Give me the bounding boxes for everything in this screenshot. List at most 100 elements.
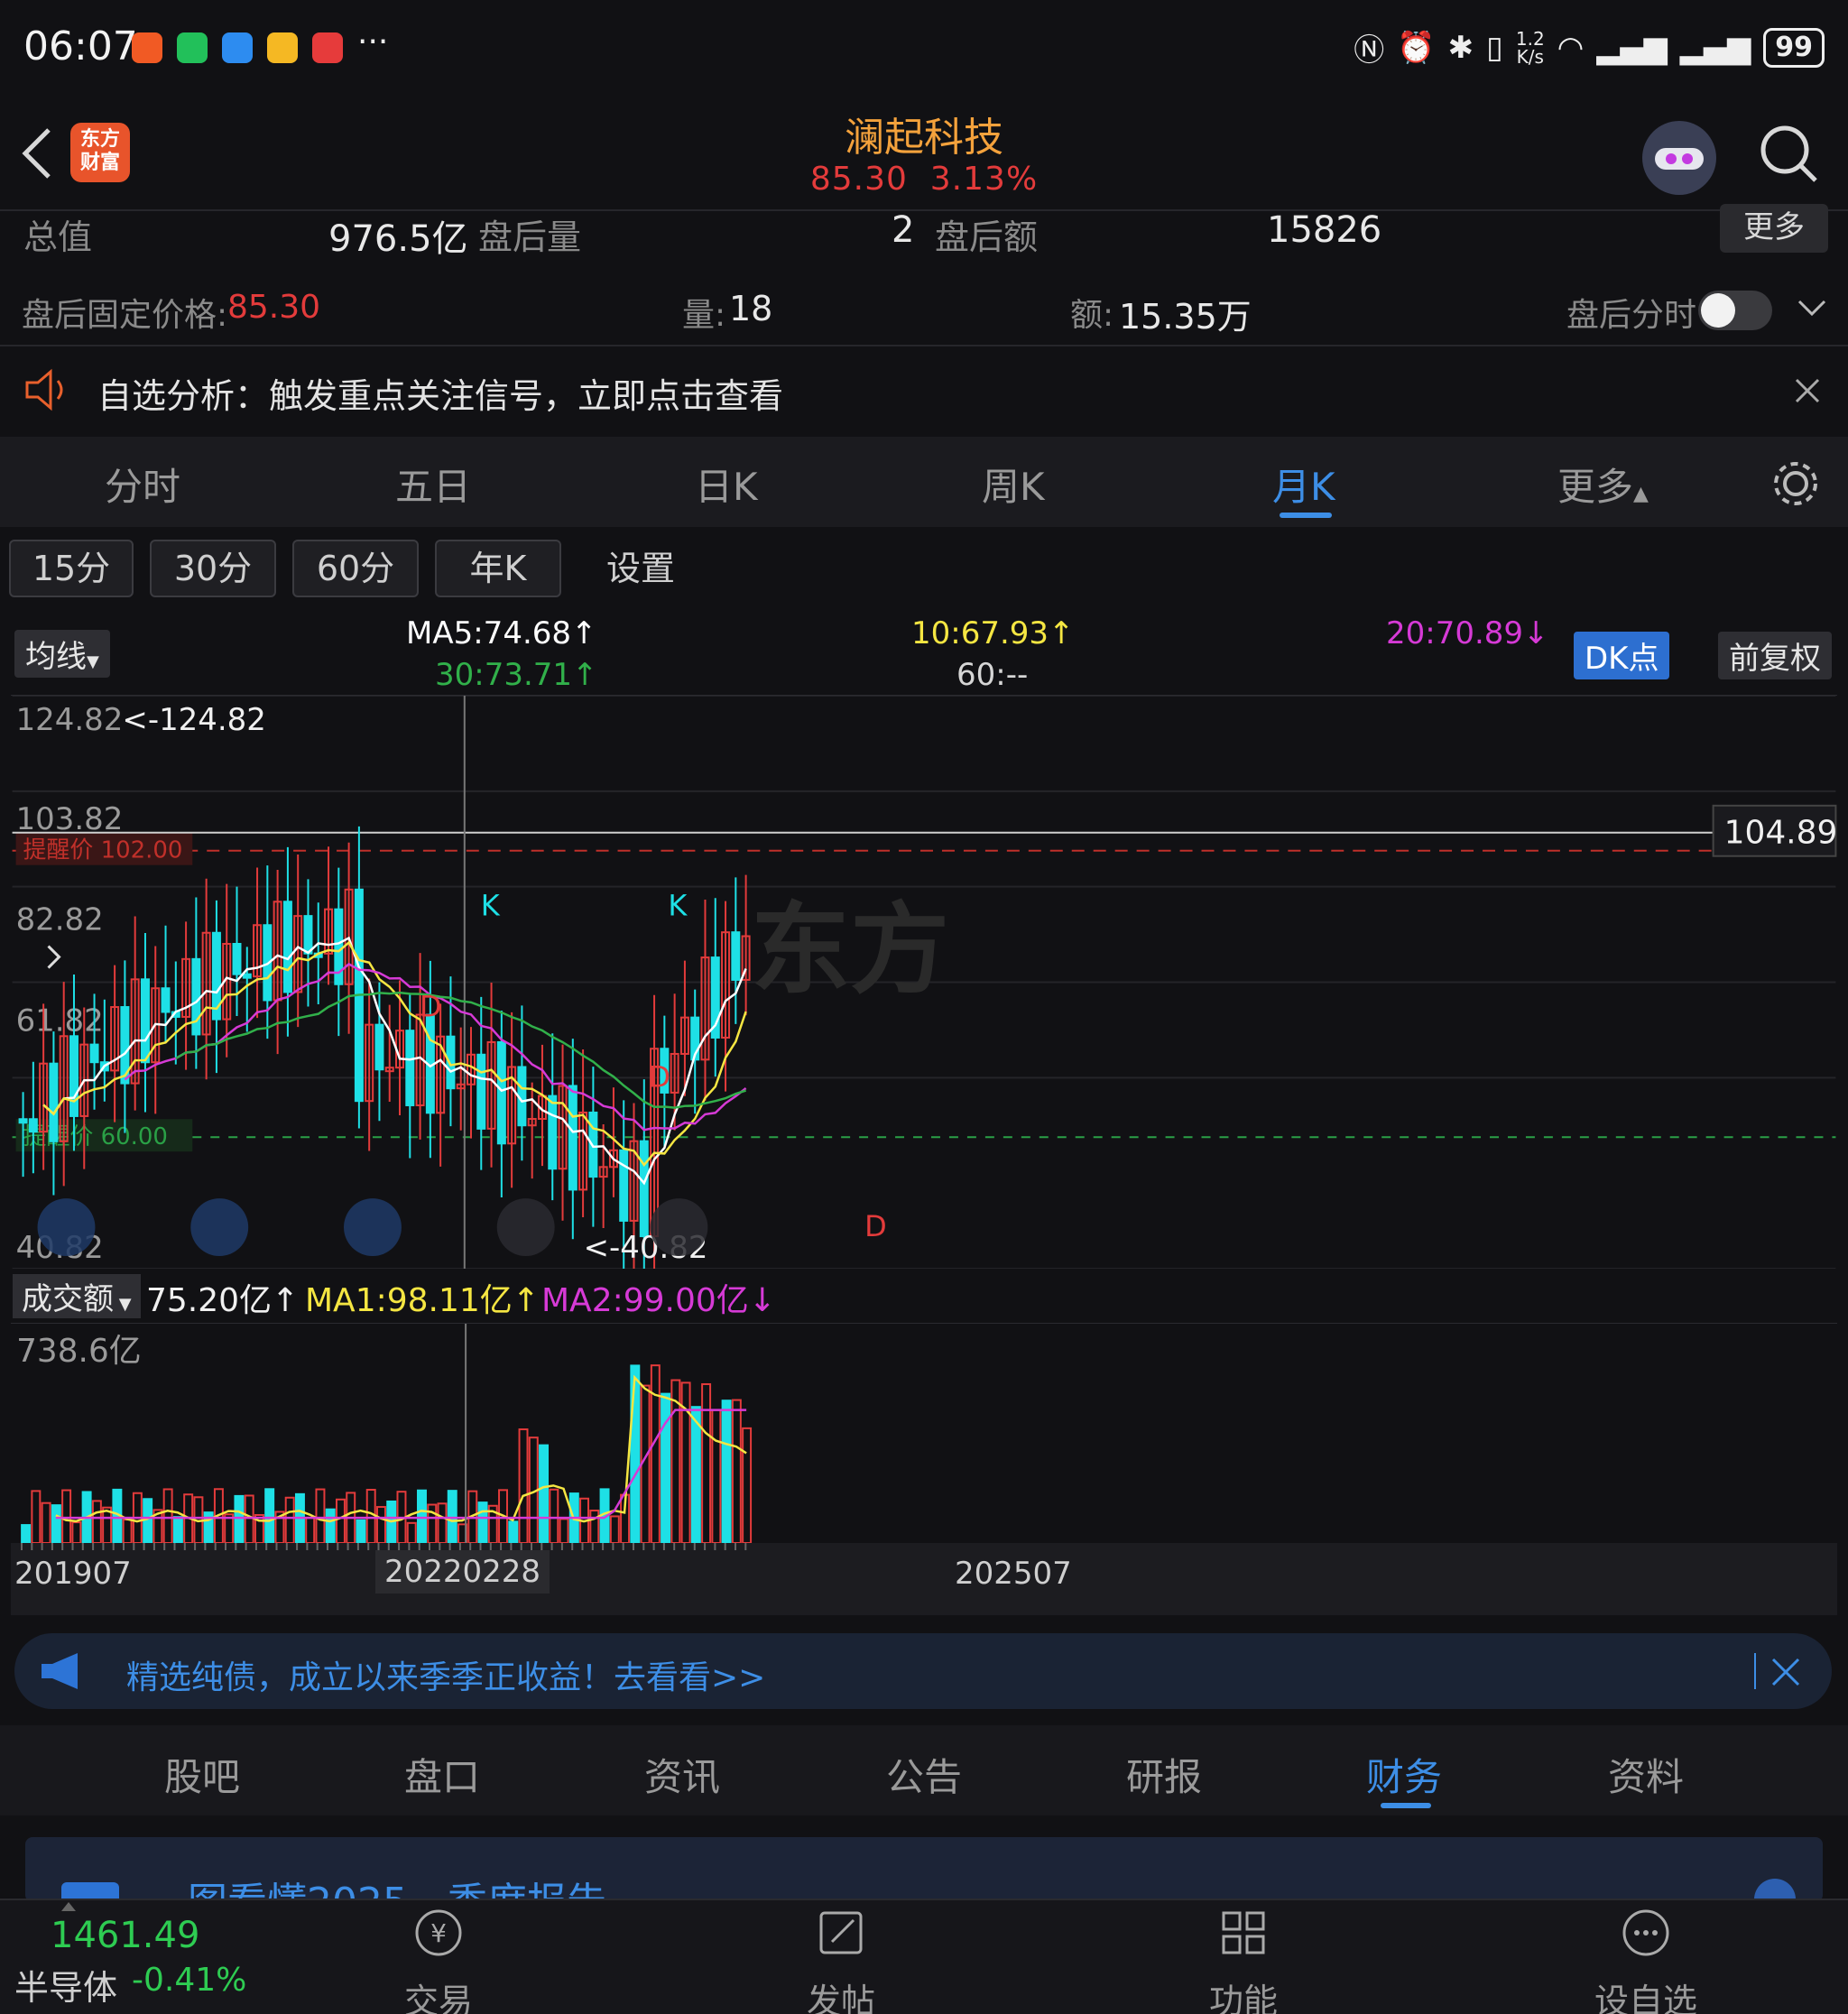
volume-bar: [518, 1428, 529, 1543]
tab-announcements[interactable]: 公告: [886, 1747, 962, 1802]
index-name[interactable]: 半导体: [14, 1960, 117, 2009]
edit-icon: [819, 1911, 863, 1954]
search-icon[interactable]: [1758, 123, 1821, 186]
robot-assistant-icon[interactable]: [1642, 121, 1716, 195]
current-price-label: 104.89: [1724, 815, 1837, 852]
tab-daily-k[interactable]: 日K: [695, 457, 758, 512]
d-marker: D: [864, 1209, 887, 1243]
zoom-in-icon[interactable]: [344, 1198, 402, 1257]
candle-body: [303, 915, 313, 955]
volume-bar: [264, 1488, 275, 1543]
stock-price-change: 85.30 3.13%: [809, 161, 1039, 198]
volume-ma2-line: [55, 1409, 747, 1520]
price-candlestick-chart[interactable]: 124.82103.8282.8261.8240.82<-124.82提醒价 1…: [11, 695, 1837, 1269]
afterhours-volume-label: 盘后量: [478, 217, 582, 257]
app-icon-notification: [312, 32, 343, 63]
tab-quote[interactable]: 盘口: [404, 1747, 480, 1802]
period-15min-button[interactable]: 15分: [9, 540, 134, 597]
volume-bar: [650, 1364, 661, 1543]
fixed-price-label: 盘后固定价格:: [22, 297, 228, 334]
report-card[interactable]: 一图看懂2025一季度报告: [25, 1837, 1823, 1902]
volume-y-max: 738.6亿: [16, 1333, 141, 1370]
volume-bar: [549, 1488, 559, 1543]
volume-bar: [365, 1489, 376, 1543]
volume-bar: [701, 1382, 712, 1543]
volume-selector[interactable]: 成交额 ▼: [13, 1274, 141, 1318]
tab-five-day[interactable]: 五日: [395, 457, 471, 512]
stock-title: 澜起科技: [845, 115, 1003, 161]
period-60min-button[interactable]: 60分: [292, 540, 419, 597]
wechat-icon: [177, 32, 208, 63]
tab-more[interactable]: 更多▲: [1557, 457, 1649, 512]
volume-bar: [742, 1427, 753, 1543]
grid-icon: [1222, 1911, 1265, 1954]
ma10-label: 10:67.93↑: [911, 615, 1075, 651]
volume-bar: [122, 1519, 133, 1543]
candle-body: [496, 1040, 506, 1145]
dk-point-button[interactable]: DK点: [1574, 632, 1670, 679]
alert-high-label: 提醒价 102.00: [23, 837, 183, 864]
zoom-out-icon[interactable]: [190, 1198, 249, 1257]
volume-bar: [406, 1521, 417, 1543]
index-value[interactable]: 1461.49: [51, 1915, 199, 1956]
battery-icon: 99: [1763, 27, 1825, 68]
x-axis: 201907 20220228 202507: [11, 1543, 1837, 1615]
tab-research[interactable]: 研报: [1126, 1747, 1202, 1802]
chevron-right-icon[interactable]: [650, 1198, 708, 1257]
volume-bar: [375, 1506, 386, 1543]
more-icon: [1622, 1909, 1669, 1956]
tab-forum[interactable]: 股吧: [164, 1747, 240, 1802]
volume-bar: [143, 1498, 153, 1543]
candle-body: [568, 1085, 578, 1191]
active-tab-indicator: [1280, 513, 1332, 518]
volume-bar: [284, 1496, 295, 1543]
period-30min-button[interactable]: 30分: [150, 540, 276, 597]
volume-bar: [427, 1503, 438, 1543]
tab-finance[interactable]: 财务: [1366, 1747, 1442, 1802]
volume-bar: [305, 1516, 316, 1543]
volume-bar: [325, 1508, 336, 1543]
volume-bar: [91, 1500, 102, 1543]
promo-banner-text[interactable]: 精选纯债，成立以来季季正收益！去看看>>: [126, 1651, 765, 1698]
chevron-down-icon[interactable]: [1796, 298, 1828, 319]
afterhours-amount-label: 盘后额: [935, 217, 1039, 257]
volume-bar: [731, 1399, 742, 1543]
rewind-icon[interactable]: [37, 1198, 96, 1257]
volume-bar: [539, 1444, 550, 1543]
post-button[interactable]: 发帖: [751, 1906, 931, 2014]
trade-button[interactable]: ¥ 交易: [348, 1906, 529, 2014]
vibrate-icon: ▯: [1486, 29, 1503, 66]
notice-text[interactable]: 自选分析：触发重点关注信号，立即点击查看: [97, 368, 783, 418]
chevron-left-icon[interactable]: [496, 1198, 555, 1257]
volume-bar: [234, 1494, 245, 1543]
tab-profile[interactable]: 资料: [1608, 1747, 1684, 1802]
more-stats-button[interactable]: 更多: [1720, 204, 1828, 253]
forward-adjust-button[interactable]: 前复权: [1718, 632, 1832, 679]
volume-bar: [630, 1364, 641, 1543]
tab-weekly-k[interactable]: 周K: [982, 457, 1045, 512]
volume-bar: [61, 1489, 72, 1543]
period-settings-button[interactable]: 设置: [606, 540, 675, 597]
tab-intraday[interactable]: 分时: [105, 457, 180, 512]
period-yearly-button[interactable]: 年K: [435, 540, 561, 597]
volume-bar: [335, 1498, 346, 1543]
close-icon[interactable]: [1794, 377, 1821, 404]
tab-news[interactable]: 资讯: [644, 1747, 720, 1802]
gear-icon[interactable]: [1770, 458, 1821, 509]
candle-body: [282, 901, 292, 993]
volume-bar: [417, 1489, 427, 1543]
afterhours-chart-toggle[interactable]: [1698, 291, 1772, 330]
close-icon[interactable]: [1770, 1657, 1801, 1687]
volume-bar: [21, 1524, 32, 1543]
functions-button[interactable]: 功能: [1153, 1906, 1334, 2014]
candle-body: [140, 978, 150, 1064]
k-marker: K: [668, 889, 688, 923]
ma-selector[interactable]: 均线▼: [14, 630, 110, 678]
volume-bar-chart[interactable]: 738.6亿: [11, 1323, 1837, 1543]
index-change[interactable]: -0.41%: [132, 1962, 246, 1999]
candle-body: [89, 1043, 99, 1064]
tab-monthly-k[interactable]: 月K: [1272, 457, 1335, 512]
candle-body: [476, 1053, 486, 1130]
add-watchlist-button[interactable]: 设自选: [1556, 1906, 1736, 2014]
afterhours-qty-value: 18: [729, 289, 773, 328]
